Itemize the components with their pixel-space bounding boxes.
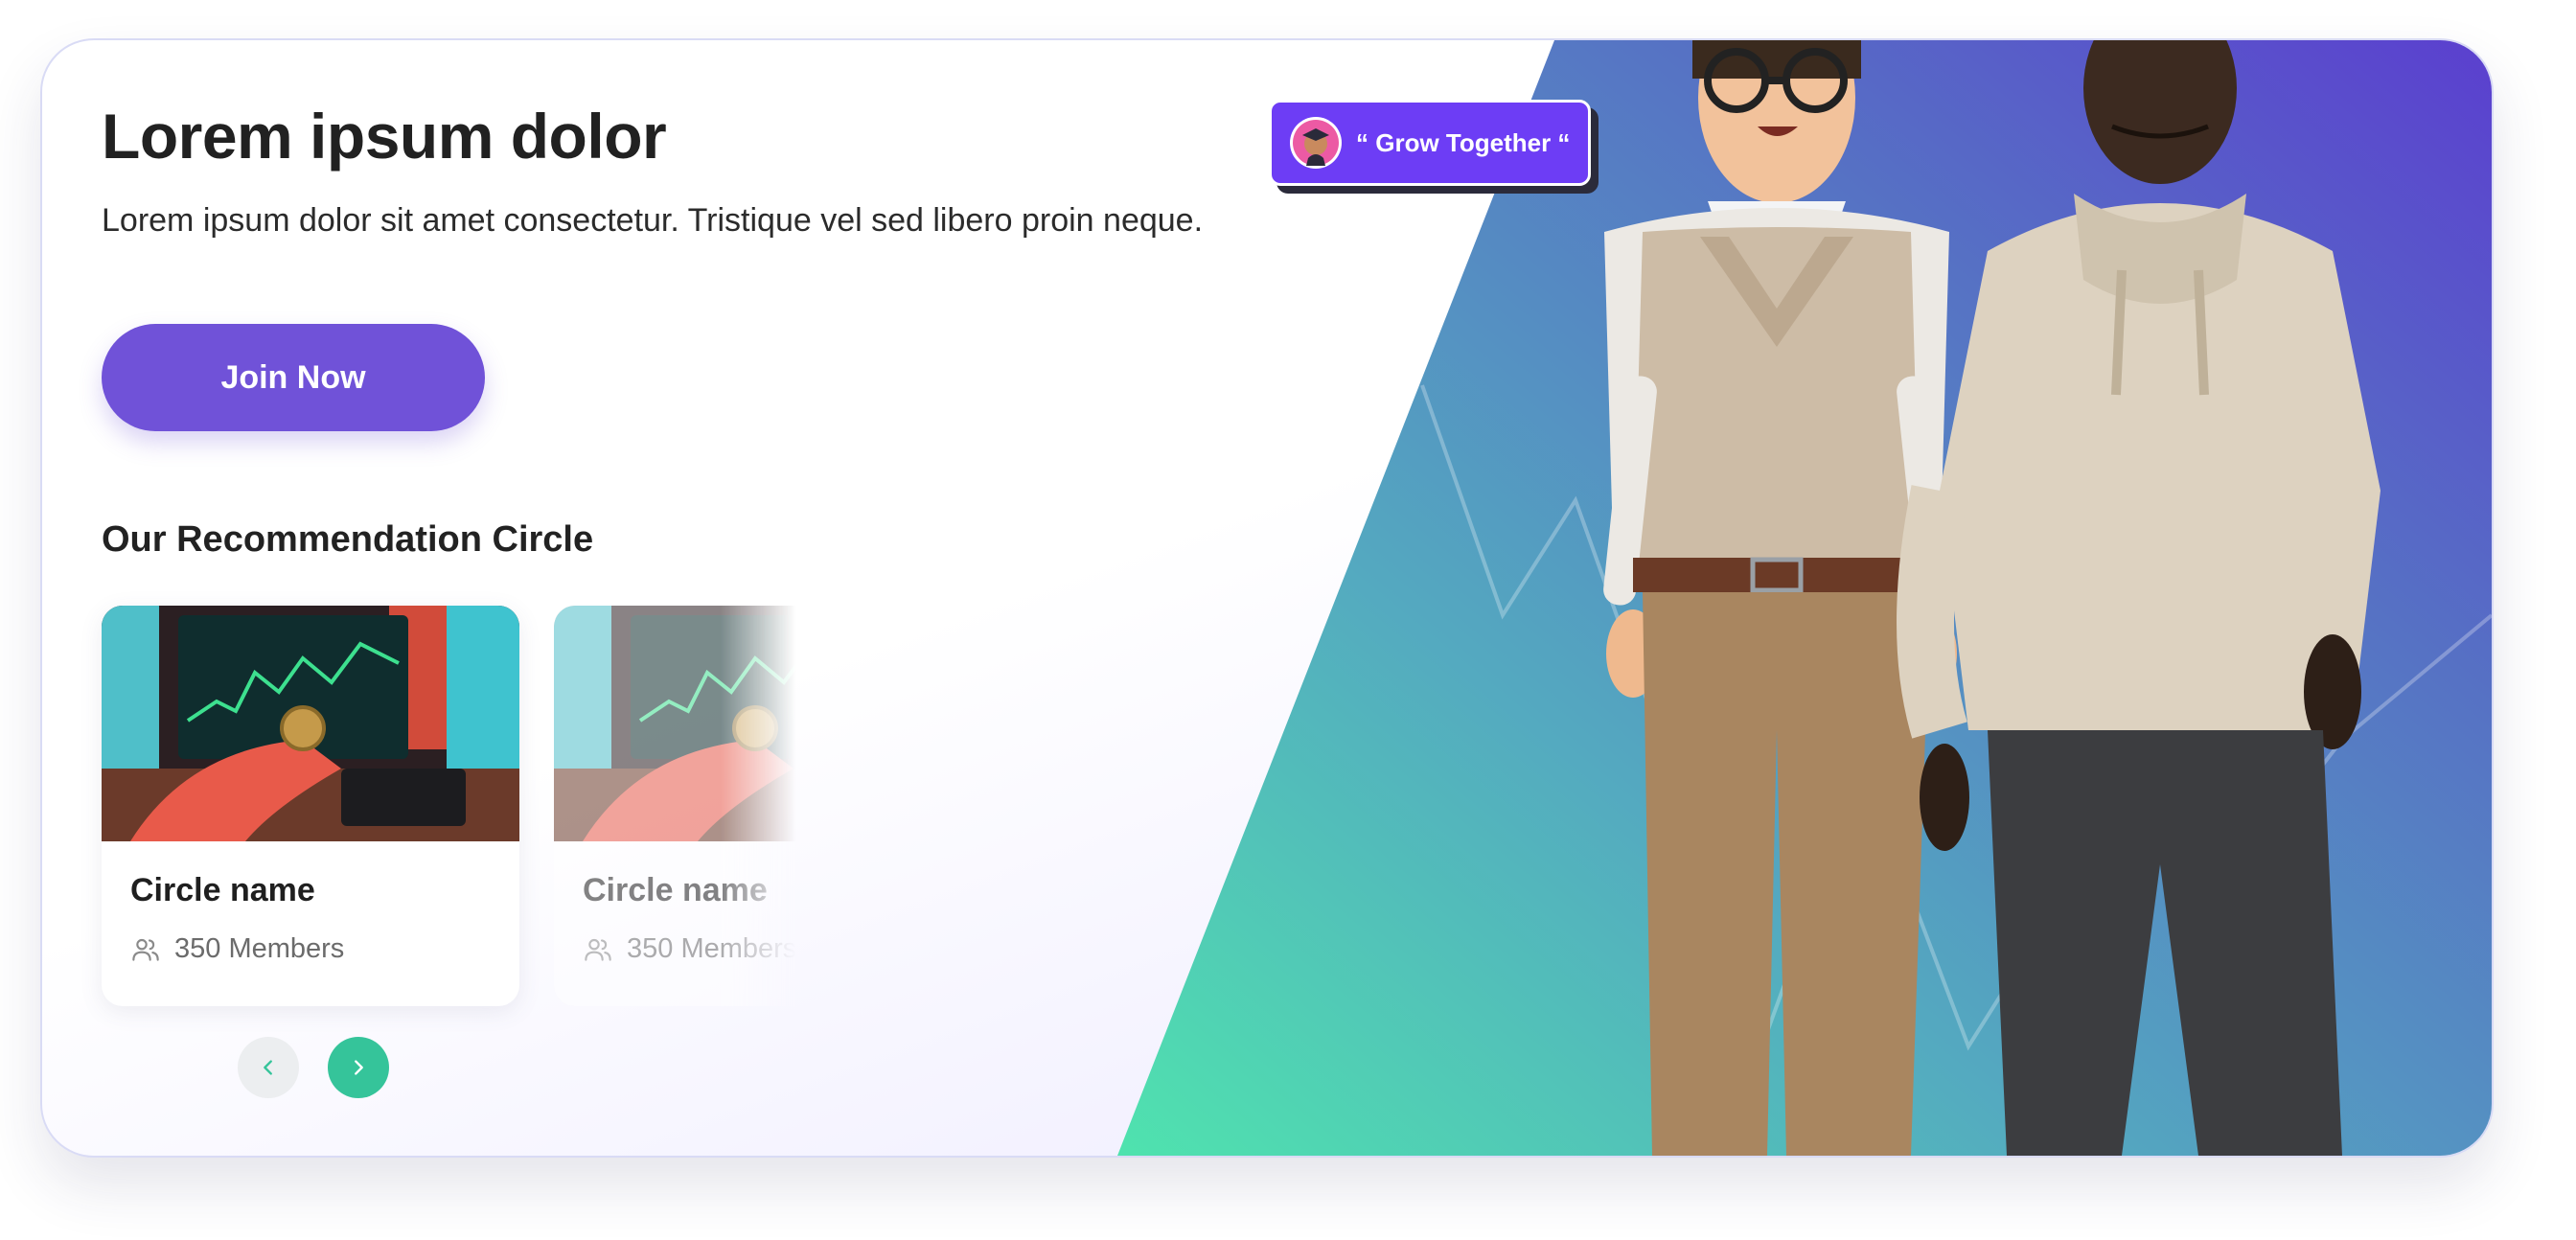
hero-title: Lorem ipsum dolor [102, 101, 667, 172]
circle-name: Circle name [583, 872, 768, 908]
hero-banner: Lorem ipsum dolor Lorem ipsum dolor sit … [40, 38, 2494, 1158]
members-row: 350 Members [583, 933, 796, 965]
circle-card[interactable]: Circle name 350 Members [102, 606, 519, 1006]
circle-card[interactable]: Circle name 350 Members [554, 606, 972, 1006]
circle-thumbnail [102, 606, 519, 841]
carousel-prev-button[interactable] [238, 1037, 299, 1098]
carousel-next-button[interactable] [328, 1037, 389, 1098]
users-icon [132, 938, 159, 961]
recommendation-section-title: Our Recommendation Circle [102, 519, 594, 560]
badge-text: “ Grow Together “ [1356, 127, 1571, 157]
circle-name: Circle name [130, 872, 315, 908]
chevron-right-icon [355, 1060, 363, 1075]
characters-illustration [1603, 40, 2380, 1156]
hero-subtitle: Lorem ipsum dolor sit amet consectetur. … [102, 202, 1204, 239]
members-row: 350 Members [130, 933, 344, 965]
avatar-icon [1290, 117, 1342, 169]
chevron-left-icon [264, 1060, 272, 1075]
users-icon [585, 938, 611, 961]
members-count: 350 Members [174, 933, 345, 964]
circle-thumbnail [554, 606, 972, 841]
members-count: 350 Members [627, 933, 797, 964]
grow-together-badge: “ Grow Together “ [1269, 100, 1591, 186]
join-now-button[interactable]: Join Now [102, 324, 485, 431]
